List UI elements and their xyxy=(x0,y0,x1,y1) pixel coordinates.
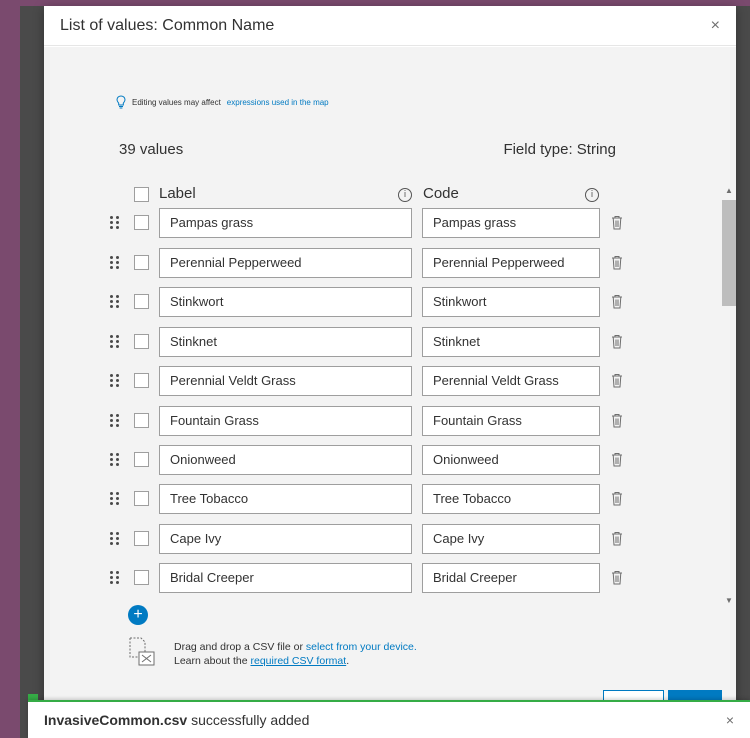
code-input[interactable]: Tree Tobacco xyxy=(422,484,600,514)
dialog-body: Editing values may affect expressions us… xyxy=(44,47,736,706)
field-type: Field type: String xyxy=(503,141,616,158)
code-input[interactable]: Perennial Pepperweed xyxy=(422,248,600,278)
value-row: Onionweed Onionweed xyxy=(44,445,722,475)
code-input[interactable]: Perennial Veldt Grass xyxy=(422,366,600,396)
value-row: Fountain Grass Fountain Grass xyxy=(44,406,722,436)
trash-icon[interactable] xyxy=(611,373,623,388)
drag-handle-icon[interactable] xyxy=(110,335,122,349)
row-checkbox[interactable] xyxy=(134,531,149,546)
value-row: Stinknet Stinknet xyxy=(44,327,722,357)
trash-icon[interactable] xyxy=(611,491,623,506)
trash-icon[interactable] xyxy=(611,294,623,309)
scroll-down-icon[interactable]: ▼ xyxy=(725,596,733,605)
value-row: Pampas grass Pampas grass xyxy=(44,208,722,238)
code-input[interactable]: Cape Ivy xyxy=(422,524,600,554)
info-text: Editing values may affect xyxy=(132,97,221,107)
value-row: Perennial Pepperweed Perennial Pepperwee… xyxy=(44,248,722,278)
dialog-title: List of values: Common Name xyxy=(60,16,275,34)
drag-handle-icon[interactable] xyxy=(110,414,122,428)
label-input[interactable]: Tree Tobacco xyxy=(159,484,412,514)
code-input[interactable]: Stinkwort xyxy=(422,287,600,317)
row-checkbox[interactable] xyxy=(134,373,149,388)
row-checkbox[interactable] xyxy=(134,334,149,349)
row-checkbox[interactable] xyxy=(134,570,149,585)
value-row: Stinkwort Stinkwort xyxy=(44,287,722,317)
label-input[interactable]: Fountain Grass xyxy=(159,406,412,436)
values-count: 39 values xyxy=(119,141,184,158)
label-input[interactable]: Onionweed xyxy=(159,445,412,475)
success-toast: InvasiveCommon.csv successfully added × xyxy=(28,700,750,738)
trash-icon[interactable] xyxy=(611,215,623,230)
value-row: Perennial Veldt Grass Perennial Veldt Gr… xyxy=(44,366,722,396)
trash-icon[interactable] xyxy=(611,255,623,270)
label-input[interactable]: Perennial Veldt Grass xyxy=(159,366,412,396)
values-content: Editing values may affect expressions us… xyxy=(44,47,722,706)
row-checkbox[interactable] xyxy=(134,413,149,428)
toast-close-icon[interactable]: × xyxy=(726,712,734,728)
drag-handle-icon[interactable] xyxy=(110,216,122,230)
add-value-button[interactable]: + xyxy=(128,605,148,625)
drag-handle-icon[interactable] xyxy=(110,256,122,270)
toast-message: InvasiveCommon.csv successfully added xyxy=(44,712,309,728)
drag-handle-icon[interactable] xyxy=(110,492,122,506)
value-row: Tree Tobacco Tree Tobacco xyxy=(44,484,722,514)
lightbulb-icon xyxy=(116,95,126,109)
trash-icon[interactable] xyxy=(611,570,623,585)
csv-line1-prefix: Drag and drop a CSV file or xyxy=(174,641,303,653)
row-checkbox[interactable] xyxy=(134,255,149,270)
label-column-header: Label xyxy=(159,185,196,202)
value-row: Bridal Creeper Bridal Creeper xyxy=(44,563,722,593)
drag-handle-icon[interactable] xyxy=(110,571,122,585)
trash-icon[interactable] xyxy=(611,334,623,349)
scroll-up-icon[interactable]: ▲ xyxy=(725,186,733,195)
toast-text: successfully added xyxy=(191,712,310,728)
row-checkbox[interactable] xyxy=(134,294,149,309)
label-input[interactable]: Pampas grass xyxy=(159,208,412,238)
select-all-checkbox[interactable] xyxy=(134,187,149,202)
csv-line2-prefix: Learn about the xyxy=(174,655,248,667)
drag-handle-icon[interactable] xyxy=(110,295,122,309)
code-info-icon[interactable]: i xyxy=(585,188,599,202)
code-column-header: Code xyxy=(423,185,459,202)
info-notice: Editing values may affect expressions us… xyxy=(116,95,329,109)
value-row: Cape Ivy Cape Ivy xyxy=(44,524,722,554)
label-input[interactable]: Cape Ivy xyxy=(159,524,412,554)
row-checkbox[interactable] xyxy=(134,215,149,230)
trash-icon[interactable] xyxy=(611,531,623,546)
expressions-link[interactable]: expressions used in the map xyxy=(227,98,329,107)
label-input[interactable]: Stinknet xyxy=(159,327,412,357)
trash-icon[interactable] xyxy=(611,452,623,467)
code-input[interactable]: Stinknet xyxy=(422,327,600,357)
label-info-icon[interactable]: i xyxy=(398,188,412,202)
list-scrollbar[interactable]: ▲ ▼ xyxy=(722,182,736,607)
label-input[interactable]: Perennial Pepperweed xyxy=(159,248,412,278)
select-file-link[interactable]: select from your device. xyxy=(306,641,417,653)
scrollbar-thumb[interactable] xyxy=(722,200,736,306)
code-input[interactable]: Onionweed xyxy=(422,445,600,475)
close-icon[interactable]: × xyxy=(711,17,720,34)
code-input[interactable]: Fountain Grass xyxy=(422,406,600,436)
drag-handle-icon[interactable] xyxy=(110,374,122,388)
row-checkbox[interactable] xyxy=(134,491,149,506)
csv-format-link[interactable]: required CSV format xyxy=(250,655,346,667)
drag-handle-icon[interactable] xyxy=(110,532,122,546)
label-input[interactable]: Bridal Creeper xyxy=(159,563,412,593)
csv-upload-icon xyxy=(129,637,155,666)
csv-line2-suffix: . xyxy=(346,655,350,667)
code-input[interactable]: Bridal Creeper xyxy=(422,563,600,593)
list-of-values-dialog: List of values: Common Name × Editing va… xyxy=(44,6,736,706)
toast-filename: InvasiveCommon.csv xyxy=(44,712,188,728)
trash-icon[interactable] xyxy=(611,413,623,428)
row-checkbox[interactable] xyxy=(134,452,149,467)
dialog-header: List of values: Common Name × xyxy=(44,6,736,46)
code-input[interactable]: Pampas grass xyxy=(422,208,600,238)
drag-handle-icon[interactable] xyxy=(110,453,122,467)
label-input[interactable]: Stinkwort xyxy=(159,287,412,317)
csv-upload-text: Drag and drop a CSV file or select from … xyxy=(174,640,417,668)
